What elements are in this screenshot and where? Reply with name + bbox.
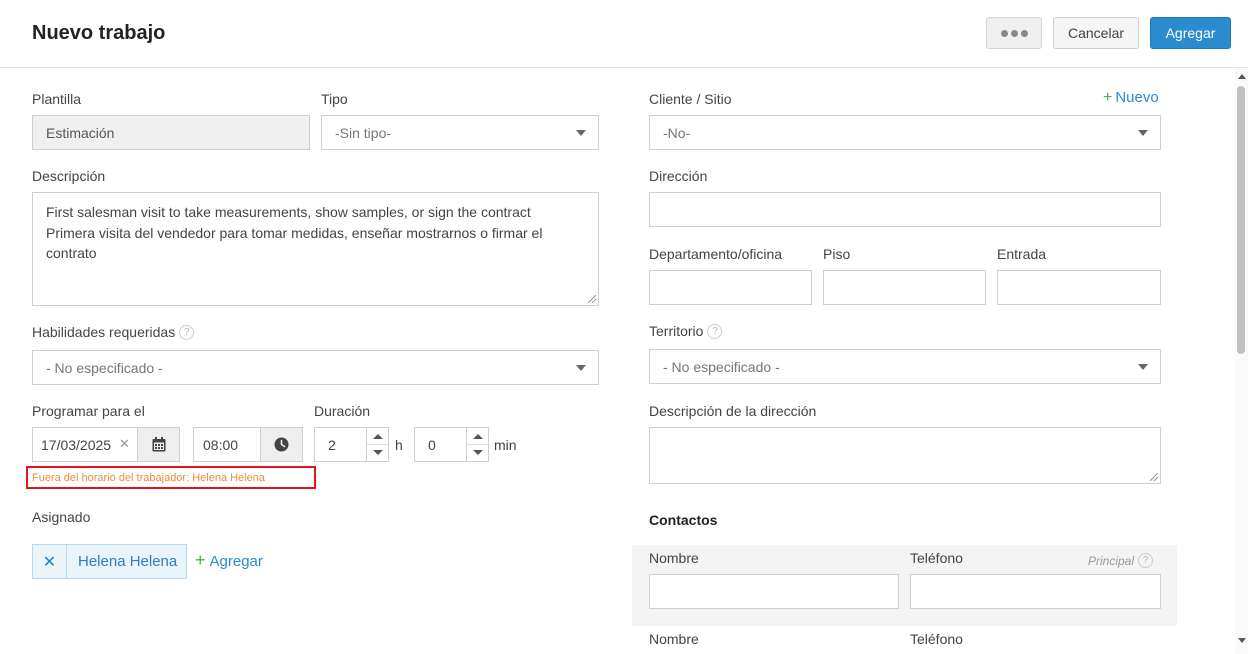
skills-value: - No especificado - [46, 359, 163, 376]
duration-label: Duración [314, 403, 371, 419]
clear-date-icon[interactable]: ✕ [119, 436, 130, 452]
add-button[interactable]: Agregar [1150, 17, 1231, 49]
time-input[interactable]: 08:00 [193, 427, 303, 462]
add-assignee-link[interactable]: + Agregar [195, 550, 263, 571]
description-label: Descripción [32, 168, 106, 184]
duration-minutes-input[interactable]: 0 [414, 427, 489, 462]
plus-icon: + [195, 550, 206, 570]
duration-hours-input[interactable]: 2 [314, 427, 389, 462]
minutes-unit: min [494, 437, 517, 453]
time-value: 08:00 [203, 436, 239, 453]
more-dots-icon [1000, 29, 1008, 37]
territory-label-text: Territorio [649, 323, 704, 339]
skills-label-text: Habilidades requeridas [32, 324, 176, 340]
date-value: 17/03/2025 [41, 436, 112, 453]
assigned-label: Asignado [32, 509, 91, 525]
calendar-button[interactable] [137, 428, 179, 461]
remove-assignee-icon[interactable]: ✕ [33, 545, 67, 578]
contacts-heading: Contactos [649, 512, 718, 528]
address-input[interactable] [649, 192, 1161, 227]
hours-unit: h [395, 437, 403, 453]
schedule-label: Programar para el [32, 403, 145, 419]
client-select[interactable]: -No- [649, 115, 1161, 150]
scrollbar-thumb[interactable] [1237, 86, 1245, 354]
dialog-header: Nuevo trabajo Cancelar Agregar [0, 0, 1248, 68]
add-assignee-label: Agregar [209, 553, 263, 570]
assignee-chip: ✕ Helena Helena [32, 544, 187, 579]
help-icon[interactable]: ? [707, 324, 723, 339]
resize-handle-icon[interactable] [1150, 473, 1158, 481]
help-icon[interactable]: ? [179, 325, 195, 340]
calendar-icon [152, 437, 165, 452]
scroll-up-icon[interactable] [1238, 74, 1246, 79]
type-value: -Sin tipo- [335, 124, 392, 141]
schedule-warning: Fuera del horario del trabajador: Helena… [26, 466, 316, 489]
entrance-input[interactable] [997, 270, 1161, 305]
type-label: Tipo [321, 91, 348, 107]
skills-label: Habilidades requeridas? [32, 324, 195, 340]
client-label: Cliente / Sitio [649, 91, 732, 107]
address-label: Dirección [649, 168, 708, 184]
skills-select[interactable]: - No especificado - [32, 350, 599, 385]
stepper-up-icon [473, 434, 483, 439]
resize-handle-icon[interactable] [588, 295, 596, 303]
new-client-label: Nuevo [1115, 89, 1159, 106]
template-label: Plantilla [32, 91, 82, 107]
new-client-link[interactable]: + Nuevo [1103, 89, 1159, 107]
contact-name-label: Nombre [649, 550, 699, 566]
plus-icon: + [1103, 89, 1113, 106]
dialog-title: Nuevo trabajo [32, 22, 166, 44]
template-value: Estimación [46, 124, 115, 141]
template-field: Estimación [32, 115, 310, 150]
stepper-down-icon [373, 450, 383, 455]
more-options-button[interactable] [986, 17, 1042, 49]
time-picker-button[interactable] [260, 428, 302, 461]
entrance-label: Entrada [997, 246, 1047, 262]
territory-select[interactable]: - No especificado - [649, 349, 1161, 384]
contact-name-input[interactable] [649, 574, 899, 609]
chevron-down-icon [576, 365, 586, 371]
floor-label: Piso [823, 246, 851, 262]
territory-value: - No especificado - [663, 358, 780, 375]
cancel-button[interactable]: Cancelar [1053, 17, 1139, 49]
territory-label: Territorio? [649, 323, 723, 339]
principal-toggle[interactable]: Principal? [1088, 553, 1154, 568]
description-line: First salesman visit to take measurement… [46, 204, 531, 220]
duration-minutes-value: 0 [428, 436, 436, 453]
stepper-up-icon [373, 434, 383, 439]
minutes-stepper[interactable] [466, 428, 488, 461]
description-textarea[interactable]: First salesman visit to take measurement… [32, 192, 599, 306]
description-line: contrato [46, 245, 97, 261]
stepper-down-icon [473, 450, 483, 455]
address-description-label: Descripción de la dirección [649, 403, 817, 419]
floor-input[interactable] [823, 270, 986, 305]
contact2-name-label: Nombre [649, 631, 699, 647]
description-line: Primera visita del vendedor para tomar m… [46, 224, 543, 241]
apartment-label: Departamento/oficina [649, 246, 783, 262]
help-icon[interactable]: ? [1138, 553, 1154, 568]
principal-label: Principal [1088, 554, 1135, 568]
address-description-textarea[interactable] [649, 427, 1161, 484]
contact-phone-input[interactable] [910, 574, 1161, 609]
hours-stepper[interactable] [366, 428, 388, 461]
chevron-down-icon [576, 130, 586, 136]
contact-phone-label: Teléfono [910, 550, 963, 566]
type-select[interactable]: -Sin tipo- [321, 115, 599, 150]
assignee-name: Helena Helena [78, 553, 178, 570]
duration-hours-value: 2 [328, 436, 336, 453]
chevron-down-icon [1138, 364, 1148, 370]
scroll-down-icon[interactable] [1238, 638, 1246, 643]
clock-icon [274, 437, 289, 452]
contact2-phone-label: Teléfono [910, 631, 963, 647]
apartment-input[interactable] [649, 270, 812, 305]
chevron-down-icon [1138, 130, 1148, 136]
client-value: -No- [663, 124, 691, 141]
date-input[interactable]: 17/03/2025 ✕ [32, 427, 180, 462]
